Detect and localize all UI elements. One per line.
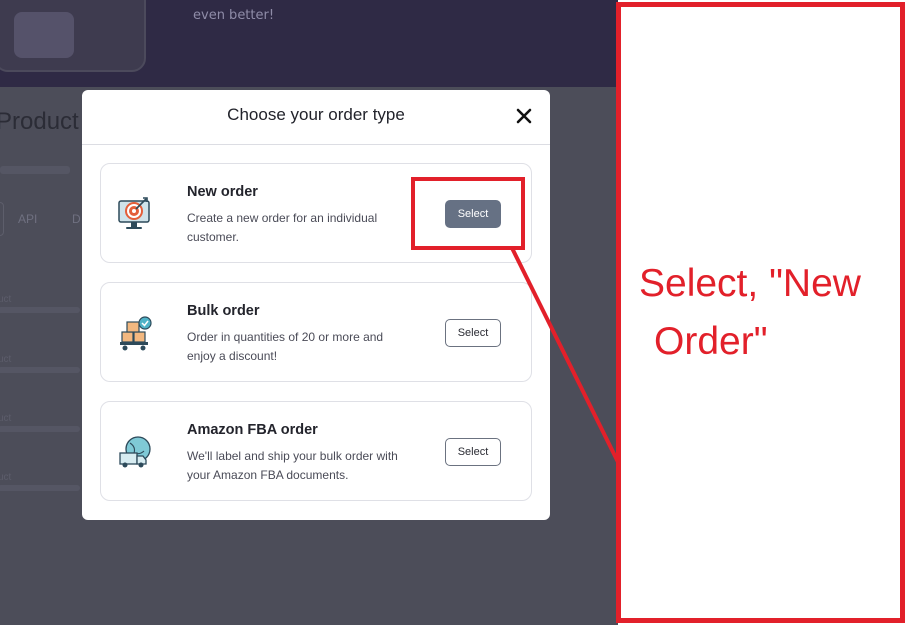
search-field-placeholder: [0, 162, 80, 180]
select-amazon-fba-order-button[interactable]: Select: [445, 438, 501, 466]
annotation-highlight-box: [411, 177, 525, 250]
list-item-label: uct: [0, 354, 12, 365]
list-item: uct: [0, 472, 90, 502]
modal-header: Choose your order type: [82, 90, 550, 145]
list-item: uct: [0, 413, 90, 443]
boxes-cart-icon: [116, 314, 154, 352]
modal-title: Choose your order type: [227, 105, 405, 124]
option-card-bulk-order[interactable]: Bulk order Order in quantities of 20 or …: [100, 282, 532, 382]
page-title: Product: [0, 108, 79, 135]
tab-box: [0, 202, 4, 236]
list-item: uct: [0, 354, 90, 384]
tab-api: API: [18, 212, 38, 226]
option-description: Order in quantities of 20 or more and en…: [187, 330, 384, 363]
annotation-line-2: Order": [654, 320, 768, 363]
option-card-amazon-fba-order[interactable]: Amazon FBA order We'll label and ship yo…: [100, 401, 532, 501]
list-item-label: uct: [0, 472, 12, 483]
option-description: Create a new order for an individual cus…: [187, 211, 378, 244]
option-description: We'll label and ship your bulk order wit…: [187, 449, 398, 482]
annotation-text: Select, "New Order": [639, 255, 901, 371]
banner-text: even better!: [193, 8, 275, 23]
close-icon[interactable]: [514, 106, 534, 126]
delivery-truck-globe-icon: [116, 433, 154, 471]
annotation-panel: Select, "New Order": [616, 2, 905, 623]
option-title: Amazon FBA order: [187, 422, 318, 438]
list-item-label: uct: [0, 413, 12, 424]
target-monitor-icon: [116, 195, 154, 233]
option-title: Bulk order: [187, 303, 260, 319]
promo-banner: even better!: [0, 0, 618, 87]
list-item-label: uct: [0, 294, 12, 305]
tab-d: D: [72, 212, 81, 226]
option-title: New order: [187, 184, 258, 200]
order-type-modal: Choose your order type New order Create …: [82, 90, 550, 520]
banner-image: [0, 0, 146, 72]
list-item: uct: [0, 294, 90, 324]
select-bulk-order-button[interactable]: Select: [445, 319, 501, 347]
annotation-line-1: Select, "New: [639, 262, 861, 305]
